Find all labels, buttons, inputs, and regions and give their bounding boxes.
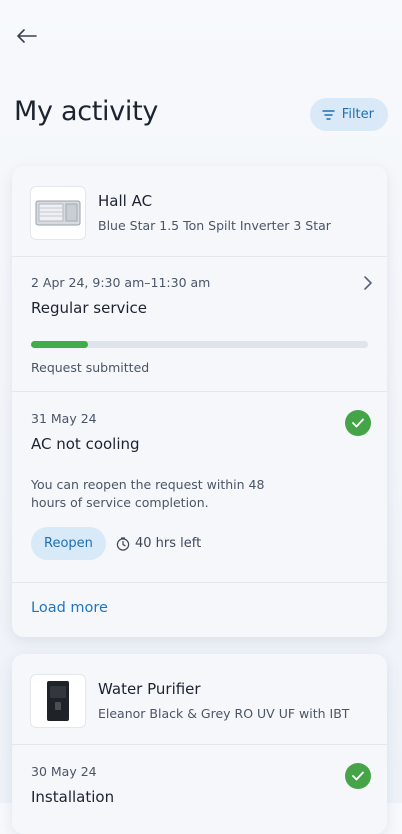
request-status: Request submitted — [31, 360, 150, 375]
product-image-ac — [30, 186, 86, 240]
request-date: 31 May 24 — [31, 411, 97, 426]
arrow-left-icon — [17, 29, 37, 43]
product-model: Blue Star 1.5 Ton Spilt Inverter 3 Star — [98, 218, 331, 233]
product-card-water-purifier: Water Purifier Eleanor Black & Grey RO U… — [12, 654, 387, 834]
chevron-right-icon[interactable] — [363, 275, 373, 295]
time-left-label: 40 hrs left — [135, 536, 202, 551]
progress-bar — [31, 341, 368, 348]
product-card-hall-ac: Hall AC Blue Star 1.5 Ton Spilt Inverter… — [12, 166, 387, 637]
request-item: 31 May 24 AC not cooling You can reopen … — [12, 392, 387, 583]
check-icon — [345, 410, 371, 436]
air-conditioner-icon — [35, 200, 81, 226]
progress-fill — [31, 341, 89, 348]
request-title: Regular service — [31, 299, 148, 317]
filter-icon — [322, 109, 335, 120]
time-left: 40 hrs left — [116, 527, 201, 560]
product-name: Water Purifier — [98, 680, 201, 698]
product-image-purifier — [30, 674, 86, 728]
filter-label: Filter — [341, 107, 374, 122]
check-icon — [345, 763, 371, 789]
product-header: Hall AC Blue Star 1.5 Ton Spilt Inverter… — [12, 166, 387, 257]
reopen-button[interactable]: Reopen — [31, 527, 106, 560]
load-more-link[interactable]: Load more — [31, 600, 108, 616]
timer-icon — [116, 536, 130, 551]
product-header: Water Purifier Eleanor Black & Grey RO U… — [12, 654, 387, 745]
product-name: Hall AC — [98, 192, 153, 210]
request-date: 30 May 24 — [31, 764, 97, 779]
request-item: 30 May 24 Installation — [12, 745, 387, 834]
product-model: Eleanor Black & Grey RO UV UF with IBT — [98, 706, 350, 721]
request-title: AC not cooling — [31, 435, 140, 453]
request-title: Installation — [31, 788, 115, 806]
request-date: 2 Apr 24, 9:30 am–11:30 am — [31, 275, 211, 290]
reopen-note: You can reopen the request within 48 hou… — [31, 477, 265, 510]
request-item[interactable]: 2 Apr 24, 9:30 am–11:30 am Regular servi… — [12, 257, 387, 392]
filter-button[interactable]: Filter — [309, 98, 388, 131]
page-title: My activity — [14, 96, 159, 127]
back-button[interactable] — [14, 24, 40, 48]
water-purifier-icon — [47, 681, 69, 721]
